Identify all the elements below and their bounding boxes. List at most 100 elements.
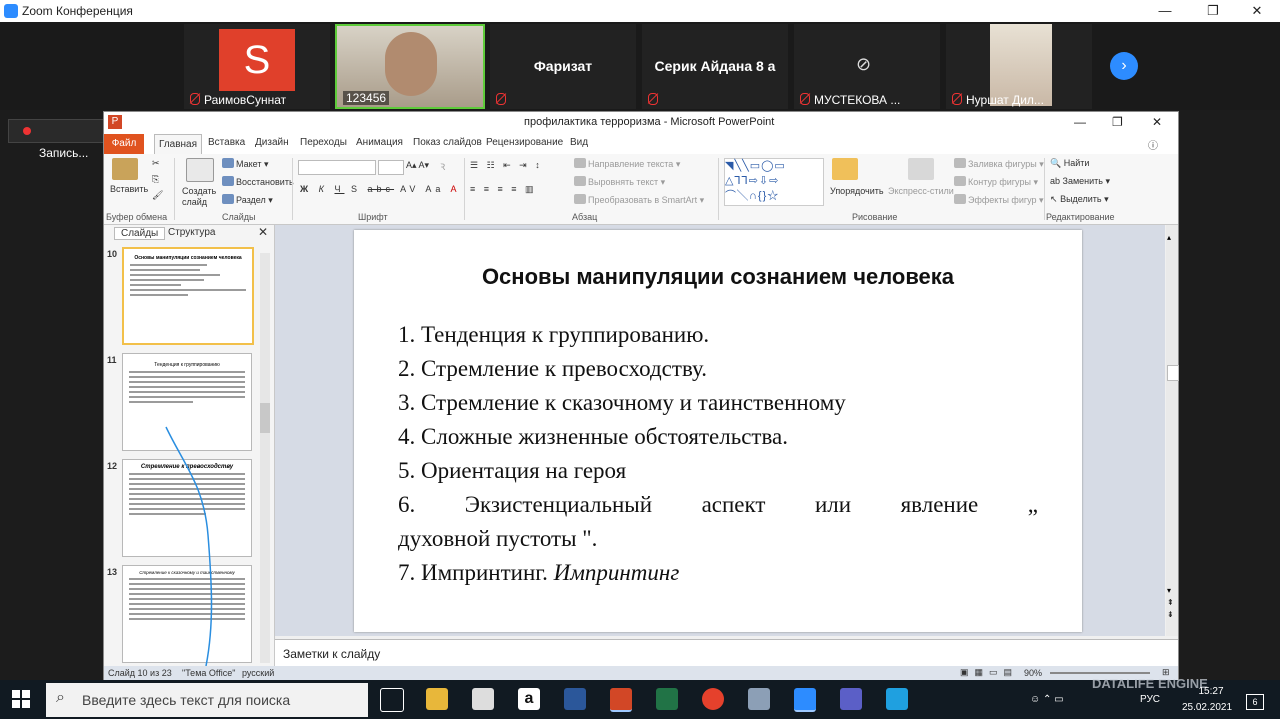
- windows-start-icon[interactable]: [12, 690, 30, 708]
- spacing-button[interactable]: AV: [400, 184, 419, 194]
- excel-icon[interactable]: [656, 688, 678, 710]
- clear-format-icon[interactable]: Ꝛ: [440, 160, 445, 173]
- minimize-button[interactable]: —: [1142, 0, 1188, 22]
- shape-effects-button[interactable]: Эффекты фигур ▾: [954, 194, 1044, 206]
- search-placeholder[interactable]: Введите здесь текст для поиска: [82, 692, 290, 708]
- scroll-page-icons[interactable]: ▾ ⇞ ⇟: [1167, 585, 1174, 621]
- file-explorer-icon[interactable]: [426, 688, 448, 710]
- word-icon[interactable]: [564, 688, 586, 710]
- teams-icon[interactable]: [840, 688, 862, 710]
- ppt-minimize-button[interactable]: —: [1074, 115, 1086, 129]
- notifications-icon[interactable]: 6: [1246, 694, 1264, 710]
- language-indicator[interactable]: русский: [242, 668, 274, 678]
- ppt-maximize-button[interactable]: ❐: [1112, 115, 1123, 129]
- participant-tile-2[interactable]: 123456: [335, 24, 485, 109]
- store-icon[interactable]: [472, 688, 494, 710]
- clock-date[interactable]: 25.02.2021: [1176, 702, 1238, 713]
- slide-body[interactable]: 1. Тенденция к группированию. 2. Стремле…: [398, 318, 1038, 590]
- notes-placeholder[interactable]: Заметки к слайду: [283, 647, 380, 661]
- close-button[interactable]: ✕: [1234, 0, 1280, 22]
- tab-home[interactable]: Главная: [154, 134, 202, 155]
- panel-scroll-thumb[interactable]: [260, 403, 270, 433]
- keyboard-language[interactable]: РУС: [1140, 694, 1160, 705]
- tab-file[interactable]: Файл: [104, 134, 144, 154]
- tab-slides[interactable]: Слайды: [114, 227, 166, 240]
- tab-design[interactable]: Дизайн: [255, 137, 289, 148]
- taskbar-search[interactable]: ⌕ Введите здесь текст для поиска: [46, 683, 368, 717]
- font-grow-icon[interactable]: A▴ A▾: [406, 160, 429, 171]
- shape-outline-button[interactable]: Контур фигуры ▾: [954, 176, 1038, 188]
- find-button[interactable]: 🔍 Найти: [1050, 158, 1089, 169]
- replace-button[interactable]: ab Заменить ▾: [1050, 176, 1110, 187]
- list-buttons[interactable]: ☰ ☷ ⇤ ⇥ ↕: [470, 160, 543, 171]
- copy-icon[interactable]: ⎘: [152, 174, 159, 185]
- panel-close-icon[interactable]: ✕: [258, 225, 268, 239]
- strike-button[interactable]: abc: [368, 184, 395, 194]
- select-button[interactable]: ↖ Выделить ▾: [1050, 194, 1109, 205]
- shadow-button[interactable]: S: [351, 184, 361, 194]
- theme-name[interactable]: "Тема Office": [182, 668, 235, 678]
- tab-view[interactable]: Вид: [570, 137, 588, 148]
- current-slide[interactable]: Основы манипуляции сознанием человека 1.…: [354, 230, 1082, 632]
- media-player-icon[interactable]: [886, 688, 908, 710]
- font-family-select[interactable]: [298, 160, 376, 175]
- ppt-close-button[interactable]: ✕: [1152, 115, 1162, 129]
- italic-button[interactable]: К: [319, 184, 328, 194]
- reset-button[interactable]: Восстановить: [222, 176, 294, 187]
- view-buttons[interactable]: ▣▦▭▤: [960, 667, 1018, 678]
- zoom-level[interactable]: 90%: [1024, 668, 1042, 678]
- participant-tile-5[interactable]: ⊘ МУСТЕКОВА ...: [794, 24, 940, 109]
- text-direction-button[interactable]: Направление текста ▾: [574, 158, 680, 170]
- format-painter-icon[interactable]: 🖌: [152, 190, 163, 201]
- tab-transitions[interactable]: Переходы: [300, 137, 347, 148]
- tab-outline[interactable]: Структура: [168, 227, 215, 238]
- panel-scrollbar[interactable]: [260, 253, 270, 663]
- scroll-up-icon[interactable]: ▴: [1167, 233, 1171, 242]
- paint-icon[interactable]: [748, 688, 770, 710]
- zoom-slider[interactable]: [1050, 672, 1150, 674]
- quick-styles-icon[interactable]: [908, 158, 936, 181]
- layout-button[interactable]: Макет ▾: [222, 158, 269, 170]
- bold-button[interactable]: Ж: [300, 184, 312, 194]
- maximize-button[interactable]: ❐: [1190, 0, 1236, 22]
- shape-fill-button[interactable]: Заливка фигуры ▾: [954, 158, 1044, 170]
- clock-time[interactable]: 15:27: [1186, 686, 1236, 697]
- tab-slideshow[interactable]: Показ слайдов: [413, 137, 482, 148]
- quick-styles-button[interactable]: Экспресс-стили: [888, 186, 954, 196]
- tray-icons[interactable]: ☺ ⌃ ▭: [1030, 694, 1064, 705]
- arrange-button[interactable]: Упорядочить: [830, 186, 884, 196]
- font-style-buttons[interactable]: Ж К Ч S abc AV Aa A: [300, 184, 460, 194]
- zoom-taskbar-icon[interactable]: [794, 688, 816, 712]
- smartart-button[interactable]: Преобразовать в SmartArt ▾: [574, 194, 704, 206]
- tab-review[interactable]: Рецензирование: [486, 137, 563, 148]
- slide-title[interactable]: Основы манипуляции сознанием человека: [354, 264, 1082, 290]
- section-button[interactable]: Раздел ▾: [222, 194, 273, 206]
- font-color-button[interactable]: A: [450, 184, 460, 194]
- align-text-button[interactable]: Выровнять текст ▾: [574, 176, 665, 188]
- shapes-gallery[interactable]: ◥╲╲▭◯▭ △⅂⅂⇨⇩⇨ ⌒╲∩{}☆: [724, 158, 824, 206]
- notes-pane[interactable]: Заметки к слайду: [275, 639, 1178, 667]
- slide-scrollbar[interactable]: ▴ ▾ ⇞ ⇟: [1166, 225, 1179, 636]
- font-size-select[interactable]: [378, 160, 404, 175]
- participant-tile-3[interactable]: Фаризат: [490, 24, 636, 109]
- case-button[interactable]: Aa: [425, 184, 444, 194]
- participant-tile-4[interactable]: Серик Айдана 8 а: [642, 24, 788, 109]
- scroll-thumb[interactable]: [1167, 365, 1179, 381]
- create-slide-button[interactable]: Создать слайд: [182, 186, 218, 208]
- align-buttons[interactable]: ≡ ≡ ≡ ≡ ▥: [470, 184, 537, 195]
- task-view-icon[interactable]: [380, 688, 404, 712]
- cut-icon[interactable]: ✂: [152, 158, 160, 169]
- help-icon[interactable]: ⓘ: [1148, 137, 1158, 152]
- paste-button[interactable]: [112, 158, 140, 181]
- tab-animation[interactable]: Анимация: [356, 137, 403, 148]
- arrange-icon[interactable]: [832, 158, 860, 181]
- powerpoint-icon[interactable]: [610, 688, 632, 712]
- tab-insert[interactable]: Вставка: [208, 137, 245, 148]
- underline-button[interactable]: Ч: [334, 184, 344, 194]
- next-page-arrow-icon[interactable]: ›: [1110, 52, 1138, 80]
- chrome-icon[interactable]: [702, 688, 724, 710]
- new-slide-icon[interactable]: [186, 158, 216, 183]
- thumbnail-slide-10[interactable]: Основы манипуляции сознанием человека: [122, 247, 254, 345]
- participant-tile-6[interactable]: Нуршат Дил...: [946, 24, 1092, 109]
- amazon-icon[interactable]: a: [518, 688, 540, 710]
